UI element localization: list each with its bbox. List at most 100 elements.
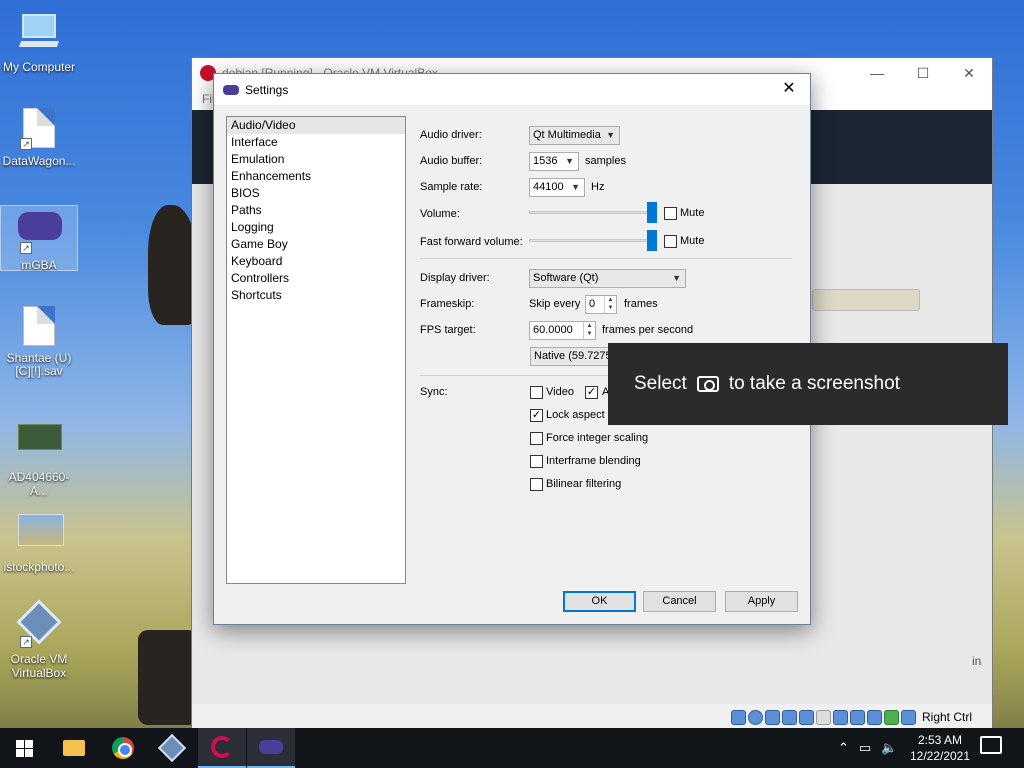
keyboard-capture-icon[interactable] [900, 709, 916, 725]
force-integer-checkbox[interactable] [530, 432, 543, 445]
network-icon[interactable]: ▭ [859, 740, 871, 756]
ff-volume-slider[interactable] [529, 239, 654, 242]
network-icon[interactable] [781, 709, 797, 725]
fps-target-label: FPS target: [420, 324, 476, 336]
taskbar-file-explorer[interactable] [50, 728, 98, 768]
display-driver-select[interactable]: Software (Qt) ▼ [529, 269, 686, 288]
lock-aspect-checkbox[interactable]: ✓ [530, 409, 543, 422]
frameskip-label: Frameskip: [420, 298, 475, 310]
image-icon [18, 424, 62, 466]
notification-icon[interactable] [980, 736, 1002, 754]
chevron-down-icon: ▼ [672, 273, 681, 283]
category-shortcuts[interactable]: Shortcuts [227, 287, 405, 304]
audio-driver-select[interactable]: Qt Multimedia ▼ [529, 126, 620, 145]
desktop-icon-ad404660[interactable]: AD404660- A... [0, 420, 78, 498]
volume-muted-icon[interactable]: 🔈 [881, 740, 897, 756]
optical-disk-icon[interactable] [747, 709, 763, 725]
category-controllers[interactable]: Controllers [227, 270, 405, 287]
shared-folder-icon[interactable] [815, 709, 831, 725]
category-paths[interactable]: Paths [227, 202, 405, 219]
camera-icon [696, 376, 719, 392]
sync-label: Sync: [420, 386, 448, 398]
audio-driver-value: Qt Multimedia [533, 129, 601, 141]
ff-volume-slider-thumb[interactable] [647, 230, 657, 251]
gba-icon [259, 740, 283, 754]
chevron-up-icon[interactable]: ⌃ [838, 740, 849, 756]
category-interface[interactable]: Interface [227, 134, 405, 151]
category-keyboard[interactable]: Keyboard [227, 253, 405, 270]
settings-title: Settings [245, 82, 289, 97]
category-logging[interactable]: Logging [227, 219, 405, 236]
interframe-label: Interframe blending [546, 455, 641, 467]
minimize-button[interactable]: — [854, 58, 900, 88]
virtualbox-icon [157, 733, 187, 763]
taskbar-mgba[interactable] [247, 728, 295, 768]
stepper-arrows-icon[interactable]: ▲ ▼ [583, 322, 595, 339]
bilinear-checkbox[interactable] [530, 478, 543, 491]
apply-button[interactable]: Apply [725, 591, 798, 612]
native-fps-button[interactable]: Native (59.7275) [530, 347, 620, 366]
recording-icon[interactable] [849, 709, 865, 725]
start-button[interactable] [0, 728, 48, 768]
chevron-down-icon: ▼ [606, 130, 615, 140]
sample-rate-value: 44100 [533, 181, 564, 193]
desktop-icon-mgba[interactable]: ↗ mGBA [0, 205, 78, 272]
close-button[interactable]: ✕ [946, 58, 992, 88]
system-tray: ⌃ ▭ 🔈 [838, 728, 897, 768]
document-icon: ↗ [18, 108, 60, 150]
desktop-icon-virtualbox[interactable]: ↗ Oracle VM VirtualBox [0, 599, 78, 680]
audio-icon[interactable] [764, 709, 780, 725]
stepper-arrows-icon[interactable]: ▲ ▼ [604, 296, 616, 313]
taskbar: ⌃ ▭ 🔈 2:53 AM 12/22/2021 [0, 728, 1024, 768]
desktop-icon-shantae-sav[interactable]: Shantae (U) [C][!].sav [0, 306, 78, 378]
sync-video-checkbox[interactable] [530, 386, 543, 399]
guest-additions-icon[interactable] [883, 709, 899, 725]
close-icon[interactable]: ✕ [774, 78, 804, 100]
audio-buffer-unit: samples [585, 155, 626, 167]
desktop-icon-my-computer[interactable]: My Computer [0, 10, 78, 74]
category-bios[interactable]: BIOS [227, 185, 405, 202]
ff-volume-mute-checkbox[interactable] [664, 235, 677, 248]
audio-buffer-select[interactable]: 1536 ▼ [529, 152, 579, 171]
divider [420, 258, 792, 259]
cancel-button[interactable]: Cancel [643, 591, 716, 612]
fps-target-value: 60.0000 [533, 324, 573, 336]
sync-audio-checkbox[interactable]: ✓ [585, 386, 598, 399]
zoom-icon[interactable] [730, 709, 746, 725]
display-icon[interactable] [832, 709, 848, 725]
wallpaper-horse-leg [138, 630, 198, 725]
image-icon [18, 514, 64, 556]
sample-rate-select[interactable]: 44100 ▼ [529, 178, 585, 197]
clock-date: 12/22/2021 [909, 749, 971, 763]
frameskip-stepper[interactable]: 0 ▲ ▼ [585, 295, 617, 314]
category-audio-video[interactable]: Audio/Video [227, 117, 405, 134]
taskbar-debian-vm[interactable] [198, 728, 246, 768]
volume-mute-checkbox[interactable] [664, 207, 677, 220]
ff-volume-mute-label: Mute [680, 235, 705, 247]
frameskip-prefix: Skip every [529, 298, 581, 310]
category-list[interactable]: Audio/Video Interface Emulation Enhancem… [226, 116, 406, 584]
desktop-icon-istockphoto[interactable]: istockphoto... [0, 512, 78, 574]
ff-volume-label: Fast forward volume: [420, 236, 523, 248]
display-driver-value: Software (Qt) [533, 272, 599, 284]
taskbar-virtualbox[interactable] [148, 728, 196, 768]
maximize-button[interactable]: ☐ [900, 58, 946, 88]
clock[interactable]: 2:53 AM 12/22/2021 [906, 732, 974, 764]
ok-button[interactable]: OK [563, 591, 636, 612]
vm-input-field[interactable] [812, 289, 920, 311]
usb-icon[interactable] [798, 709, 814, 725]
chrome-icon [112, 737, 134, 759]
virtualbox-icon: ↗ [16, 599, 62, 648]
desktop-icon-datawagon[interactable]: ↗ DataWagon... [0, 108, 78, 168]
category-enhancements[interactable]: Enhancements [227, 168, 405, 185]
computer-icon [18, 14, 60, 56]
fps-target-unit: frames per second [602, 324, 694, 336]
taskbar-chrome[interactable] [99, 728, 147, 768]
volume-slider[interactable] [529, 211, 654, 214]
fps-target-stepper[interactable]: 60.0000 ▲ ▼ [529, 321, 596, 340]
category-emulation[interactable]: Emulation [227, 151, 405, 168]
interframe-checkbox[interactable] [530, 455, 543, 468]
category-game-boy[interactable]: Game Boy [227, 236, 405, 253]
volume-slider-thumb[interactable] [647, 202, 657, 223]
cpu-icon[interactable] [866, 709, 882, 725]
